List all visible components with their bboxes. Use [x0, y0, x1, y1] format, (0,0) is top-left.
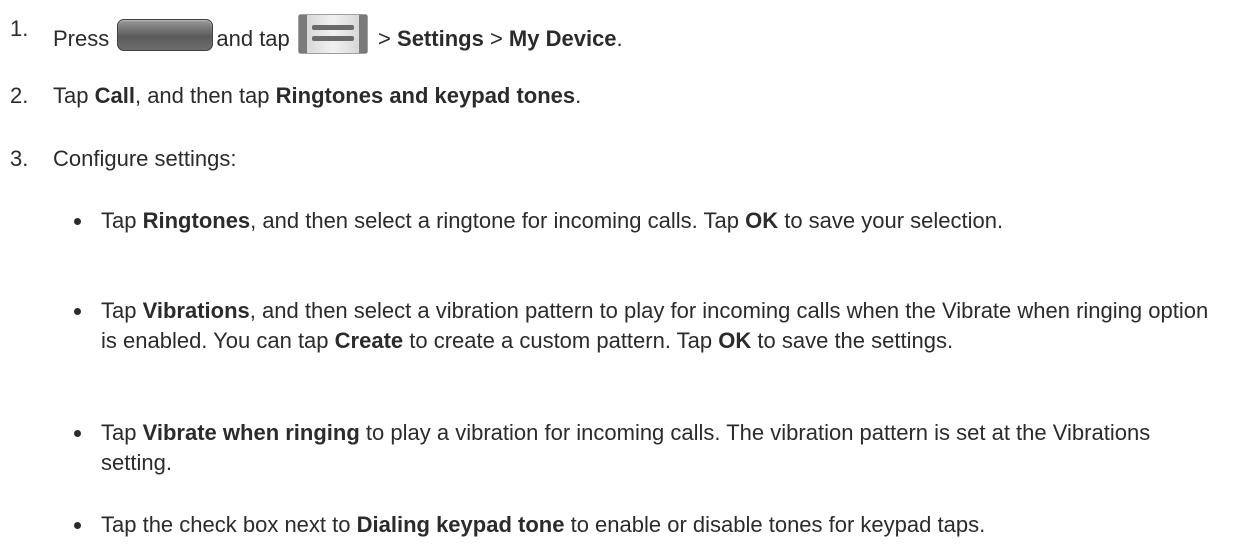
home-button-icon — [117, 19, 214, 51]
settings-label: Settings — [397, 26, 484, 51]
menu-button-icon — [297, 14, 368, 54]
list-item-text: Tap Vibrations, and then select a vibrat… — [101, 298, 1209, 353]
step-number: 2. — [10, 83, 29, 108]
bullet-icon — [74, 308, 81, 315]
bullet-icon — [74, 522, 81, 529]
step-text: Configure settings: — [53, 146, 237, 171]
step-text: Tap Call, and then tap Ringtones and key… — [53, 83, 582, 108]
bullet-icon — [74, 430, 81, 437]
step-number: 3. — [10, 146, 29, 171]
step-text: Press and tap > Settings > My Device. — [53, 14, 623, 54]
list-item-text: Tap Vibrate when ringing to play a vibra… — [101, 420, 1151, 475]
ringtones-keypad-label: Ringtones and keypad tones — [275, 83, 576, 108]
my-device-label: My Device — [508, 26, 617, 51]
bullet-icon — [74, 218, 81, 225]
step-number: 1. — [10, 16, 29, 41]
list-item-text: Tap the check box next to Dialing keypad… — [101, 512, 986, 537]
list-item-text: Tap Ringtones, and then select a rington… — [101, 208, 1004, 233]
call-label: Call — [94, 83, 135, 108]
